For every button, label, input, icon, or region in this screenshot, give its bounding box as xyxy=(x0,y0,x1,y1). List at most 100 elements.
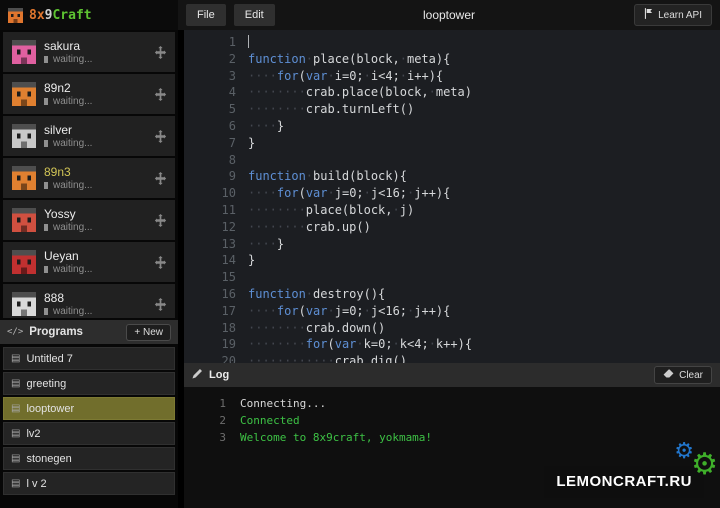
code-line[interactable]: 18 ········crab.down() xyxy=(184,320,720,337)
player-info: silver waiting... xyxy=(44,124,146,149)
player-row[interactable]: 888 waiting... xyxy=(3,284,175,318)
line-number: 11 xyxy=(184,202,236,219)
code-icon: </> xyxy=(7,327,23,337)
new-program-button[interactable]: + New xyxy=(126,324,171,341)
programs-header: </> Programs + New xyxy=(0,320,178,344)
program-label: looptower xyxy=(26,403,74,415)
gear-icon-green: ⚙ xyxy=(691,450,718,480)
log-message: Welcome to 8x9craft, yokmama! xyxy=(240,429,432,446)
player-status-text: waiting... xyxy=(53,223,92,233)
line-number: 3 xyxy=(184,68,236,85)
code-line[interactable]: 16 function·destroy(){ xyxy=(184,286,720,303)
player-name: sakura xyxy=(44,40,146,52)
code-line[interactable]: 13 ····} xyxy=(184,236,720,253)
code-line[interactable]: 19 ········for(var·k=0;·k<4;·k++){ xyxy=(184,336,720,353)
player-row[interactable]: 89n3 waiting... xyxy=(3,158,175,198)
code-line[interactable]: 20 ············crab.dig() xyxy=(184,353,720,363)
player-name: 89n2 xyxy=(44,82,146,94)
player-avatar-icon xyxy=(12,166,36,190)
code-content: } xyxy=(248,252,255,269)
move-icon[interactable] xyxy=(154,88,167,101)
code-line[interactable]: 7 } xyxy=(184,135,720,152)
program-file-icon: ▤ xyxy=(11,479,20,489)
log-title: Log xyxy=(209,369,229,381)
code-line[interactable]: 12 ········crab.up() xyxy=(184,219,720,236)
menu-file[interactable]: File xyxy=(186,4,226,26)
line-number: 18 xyxy=(184,320,236,337)
topbar: 8x9Craft File Edit looptower Learn API xyxy=(0,0,720,30)
code-line[interactable]: 15 xyxy=(184,269,720,286)
program-row[interactable]: ▤ lv2 xyxy=(3,422,175,445)
program-row[interactable]: ▤ l v 2 xyxy=(3,472,175,495)
player-avatar-icon xyxy=(12,292,36,316)
learn-api-button[interactable]: Learn API xyxy=(634,4,712,26)
player-row[interactable]: Yossy waiting... xyxy=(3,200,175,240)
code-line[interactable]: 9 function·build(block){ xyxy=(184,168,720,185)
program-label: l v 2 xyxy=(26,478,46,490)
player-avatar-icon xyxy=(12,124,36,148)
code-line[interactable]: 17 ····for(var·j=0;·j<16;·j++){ xyxy=(184,303,720,320)
player-avatar-icon xyxy=(12,250,36,274)
clear-label: Clear xyxy=(679,370,703,381)
text-cursor xyxy=(248,35,249,48)
app-window: 8x9Craft File Edit looptower Learn API s… xyxy=(0,0,720,508)
player-status-text: waiting... xyxy=(53,97,92,107)
code-line[interactable]: 3 ····for(var·i=0;·i<4;·i++){ xyxy=(184,68,720,85)
code-line[interactable]: 2 function·place(block,·meta){ xyxy=(184,51,720,68)
code-line[interactable]: 6 ····} xyxy=(184,118,720,135)
program-row[interactable]: ▤ stonegen xyxy=(3,447,175,470)
player-row[interactable]: Ueyan waiting... xyxy=(3,242,175,282)
program-row[interactable]: ▤ Untitled 7 xyxy=(3,347,175,370)
player-status: waiting... xyxy=(44,265,146,275)
code-line[interactable]: 8 xyxy=(184,152,720,169)
code-content: ········crab.place(block,·meta) xyxy=(248,84,472,101)
move-icon[interactable] xyxy=(154,214,167,227)
menu-bar: File Edit looptower Learn API xyxy=(178,0,720,30)
program-row[interactable]: ▤ greeting xyxy=(3,372,175,395)
code-line[interactable]: 11 ········place(block,·j) xyxy=(184,202,720,219)
player-status: waiting... xyxy=(44,181,146,191)
pause-icon xyxy=(44,308,48,315)
logo-text: 8x9Craft xyxy=(29,8,92,23)
code-content: function·destroy(){ xyxy=(248,286,385,303)
line-number: 14 xyxy=(184,252,236,269)
program-file-icon: ▤ xyxy=(11,404,20,414)
code-line[interactable]: 5 ········crab.turnLeft() xyxy=(184,101,720,118)
learn-api-label: Learn API xyxy=(658,10,702,21)
watermark-text: LEMONCRAFT.RU xyxy=(556,473,692,490)
sidebar: sakura waiting... 89n2 waiting... silver xyxy=(0,30,178,508)
pause-icon xyxy=(44,98,48,105)
program-label: lv2 xyxy=(26,428,40,440)
move-icon[interactable] xyxy=(154,298,167,311)
player-status-text: waiting... xyxy=(53,139,92,149)
player-name: silver xyxy=(44,124,146,136)
program-label: greeting xyxy=(26,378,66,390)
line-number: 10 xyxy=(184,185,236,202)
clear-log-button[interactable]: Clear xyxy=(654,366,712,384)
log-message: Connected xyxy=(240,412,300,429)
code-line[interactable]: 4 ········crab.place(block,·meta) xyxy=(184,84,720,101)
move-icon[interactable] xyxy=(154,172,167,185)
logo-text-8x: 8x xyxy=(29,8,45,23)
code-line[interactable]: 1 xyxy=(184,34,720,51)
move-icon[interactable] xyxy=(154,46,167,59)
program-label: Untitled 7 xyxy=(26,353,72,365)
player-row[interactable]: silver waiting... xyxy=(3,116,175,156)
program-file-icon: ▤ xyxy=(11,429,20,439)
log-header: Log Clear xyxy=(184,363,720,387)
code-content: ········for(var·k=0;·k<4;·k++){ xyxy=(248,336,472,353)
program-row[interactable]: ▤ looptower xyxy=(3,397,175,420)
player-row[interactable]: sakura waiting... xyxy=(3,32,175,72)
code-line[interactable]: 10 ····for(var·j=0;·j<16;·j++){ xyxy=(184,185,720,202)
pause-icon xyxy=(44,182,48,189)
code-content: } xyxy=(248,135,255,152)
code-editor[interactable]: 1 2 function·place(block,·meta){ 3 ····f… xyxy=(184,30,720,363)
move-icon[interactable] xyxy=(154,130,167,143)
move-icon[interactable] xyxy=(154,256,167,269)
code-line[interactable]: 14 } xyxy=(184,252,720,269)
player-status: waiting... xyxy=(44,139,146,149)
menu-edit[interactable]: Edit xyxy=(234,4,275,26)
line-number: 5 xyxy=(184,101,236,118)
code-content: ············crab.dig() xyxy=(248,353,407,363)
player-row[interactable]: 89n2 waiting... xyxy=(3,74,175,114)
